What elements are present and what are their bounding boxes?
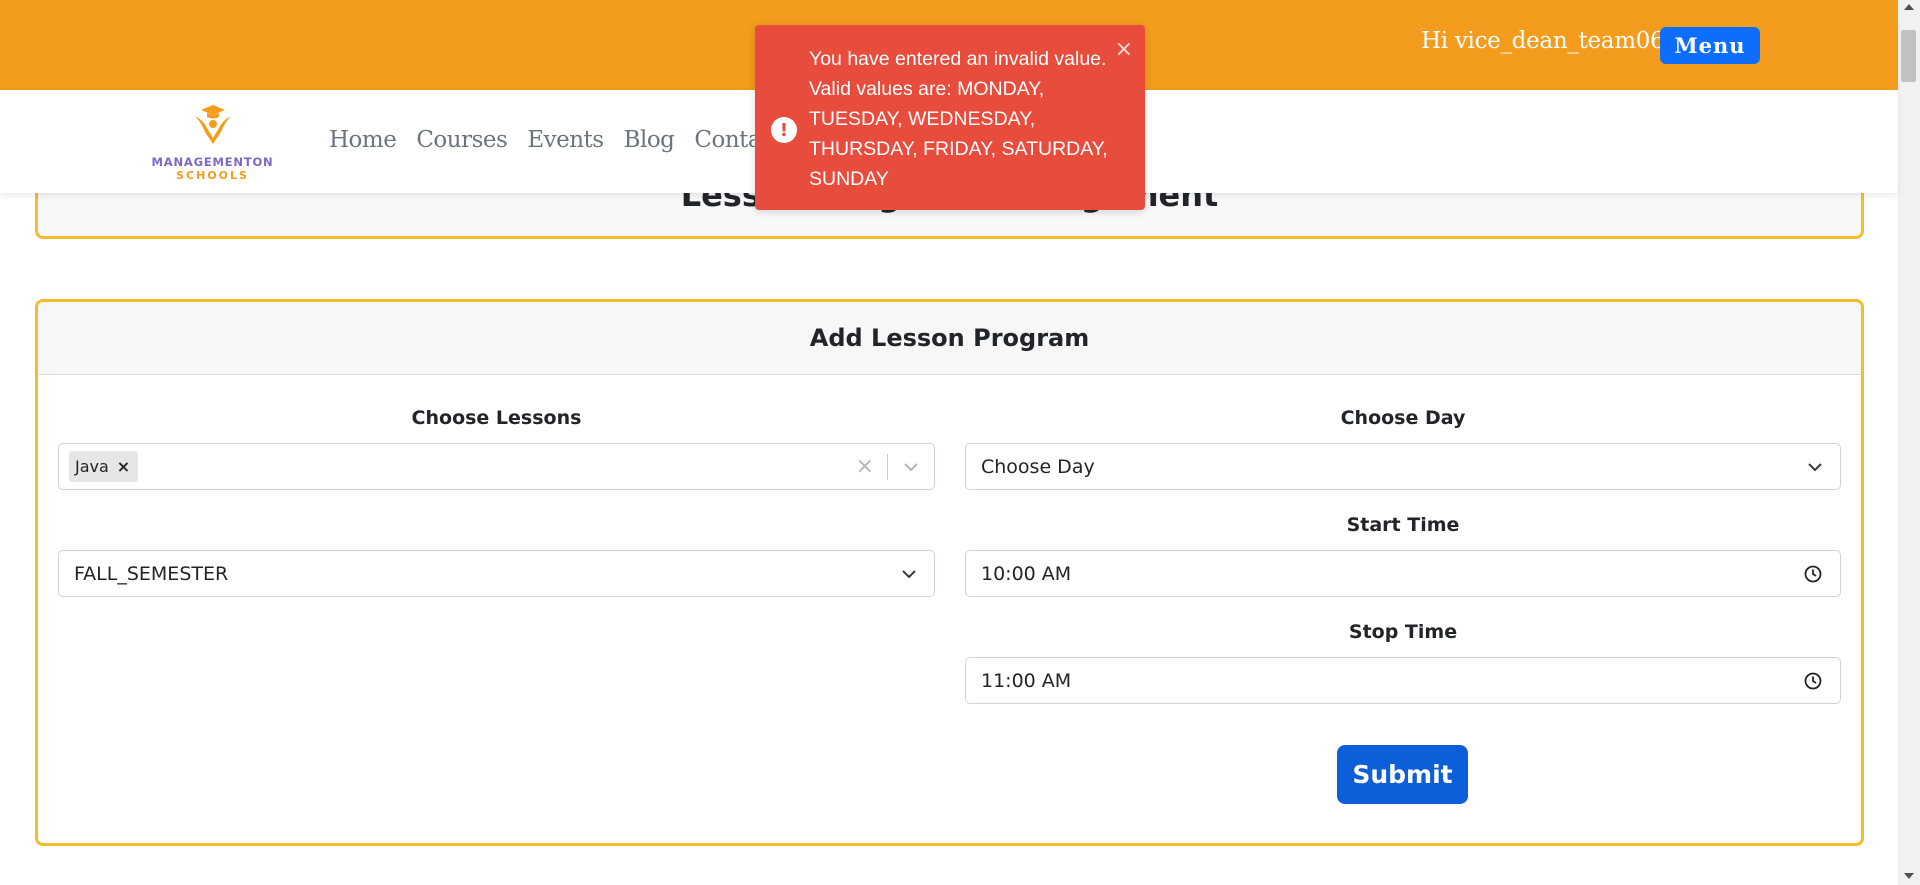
scrollbar-thumb[interactable] (1901, 30, 1916, 82)
day-value: Choose Day (981, 455, 1095, 478)
semester-value: FALL_SEMESTER (74, 562, 229, 585)
chip-remove-icon[interactable]: × (117, 457, 130, 476)
clock-icon[interactable] (1804, 565, 1822, 583)
logo-text-top: MANAGEMENTON (151, 155, 274, 169)
card-heading: Add Lesson Program (38, 302, 1861, 375)
scroll-up-arrow-icon[interactable] (1904, 4, 1914, 10)
chevron-down-icon (902, 570, 916, 579)
start-time-input[interactable]: 10:00 AM (965, 550, 1841, 597)
select-separator (887, 454, 888, 480)
menu-button[interactable]: Menu (1660, 27, 1760, 64)
toast-message: You have entered an invalid value. Valid… (809, 48, 1108, 190)
start-time-value: 10:00 AM (981, 562, 1072, 585)
logo[interactable]: MANAGEMENTON SCHOOLS (145, 102, 280, 182)
logo-text-bottom: SCHOOLS (176, 169, 249, 182)
submit-button[interactable]: Submit (1337, 745, 1468, 804)
lessons-label: Choose Lessons (411, 407, 582, 429)
day-select[interactable]: Choose Day (965, 443, 1841, 490)
start-time-label: Start Time (1346, 514, 1460, 536)
error-toast: ! You have entered an invalid value. Val… (755, 25, 1145, 210)
nav-courses[interactable]: Courses (416, 127, 507, 153)
close-icon[interactable]: × (1115, 39, 1133, 61)
nav-home[interactable]: Home (329, 127, 397, 153)
error-icon: ! (771, 117, 797, 143)
lesson-chip-label: Java (75, 457, 109, 476)
scroll-down-arrow-icon[interactable] (1904, 873, 1914, 879)
clock-icon[interactable] (1804, 672, 1822, 690)
clear-icon[interactable]: × (856, 454, 874, 479)
scrollbar[interactable] (1898, 0, 1920, 885)
nav-links: Home Courses Events Blog Contact (329, 127, 783, 153)
day-label: Choose Day (1340, 407, 1466, 429)
user-greeting: Hi vice_dean_team06 (1421, 28, 1665, 54)
lessons-multiselect[interactable]: Java × × (58, 443, 935, 490)
stop-time-value: 11:00 AM (981, 669, 1072, 692)
semester-select[interactable]: FALL_SEMESTER (58, 550, 935, 597)
nav-events[interactable]: Events (527, 127, 604, 153)
nav-blog[interactable]: Blog (624, 127, 675, 153)
chevron-down-icon[interactable] (902, 458, 920, 476)
lesson-chip: Java × (69, 451, 139, 482)
stop-time-label: Stop Time (1348, 621, 1458, 643)
stop-time-input[interactable]: 11:00 AM (965, 657, 1841, 704)
graduation-cap-icon (195, 105, 231, 144)
chevron-down-icon (1808, 463, 1822, 472)
